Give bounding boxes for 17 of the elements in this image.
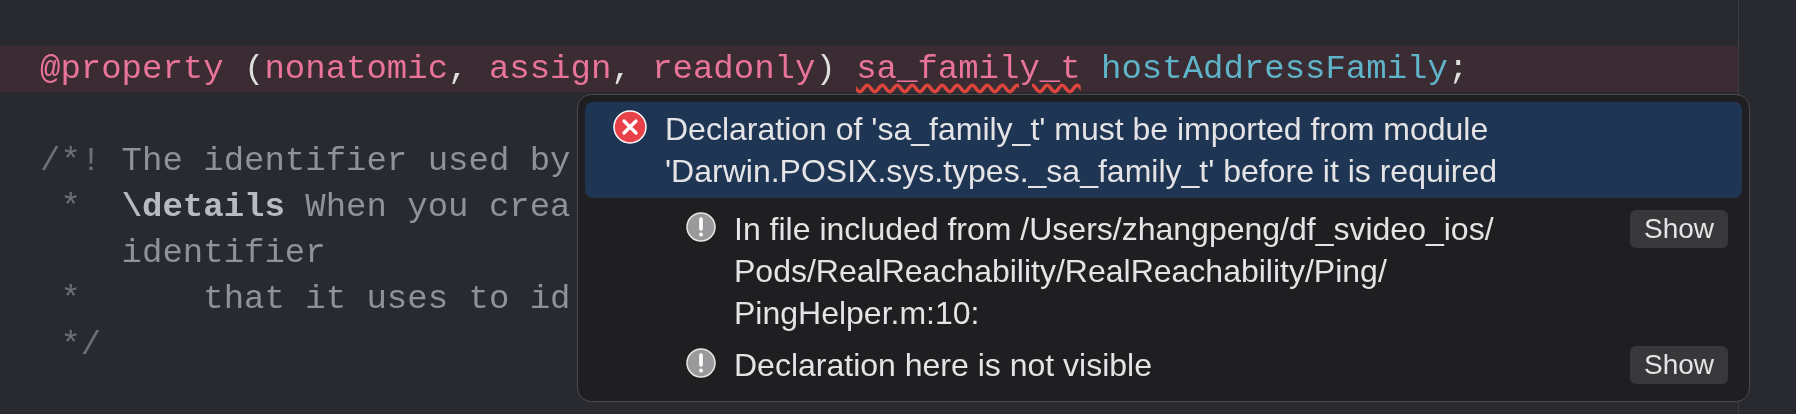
code-text: * \details When you crea: [59, 186, 571, 228]
issue-row[interactable]: Declaration here is not visible Show: [585, 344, 1742, 386]
issue-message: Declaration here is not visible: [734, 346, 1153, 385]
error-icon: [613, 110, 647, 144]
code-text: */: [59, 324, 102, 366]
selected-issue-row[interactable]: Declaration of 'sa_family_t' must be imported from module 'Darwin.POSIX.sys.types._sa_family_t' before it is required: [585, 102, 1742, 198]
exclamation-icon: [686, 212, 716, 242]
code-text: identifier: [120, 232, 326, 274]
code-text: /*! The identifier used by: [40, 140, 571, 182]
show-button[interactable]: Show: [1629, 210, 1728, 248]
issue-message: Declaration of 'sa_family_t' must be imported from module 'Darwin.POSIX.sys.types._sa_family_t' before it is required: [665, 110, 1499, 191]
issue-message: In file included from /Users/zhangpeng/df_svideo_ios/ Pods/RealReachability/RealReachability/Ping/ PingHelper.m:10:: [734, 210, 1495, 333]
code-text: @property (nonatomic, assign, readonly) sa_family_t hostAddressFamily;: [40, 48, 1469, 90]
exclamation-icon: [686, 348, 716, 378]
code-text: * that it uses to id: [59, 278, 571, 320]
issue-row[interactable]: In file included from /Users/zhangpeng/df_svideo_ios/ Pods/RealReachability/RealReachability/Ping/ PingHelper.m:10: Show: [585, 208, 1742, 334]
show-button[interactable]: Show: [1629, 346, 1728, 384]
